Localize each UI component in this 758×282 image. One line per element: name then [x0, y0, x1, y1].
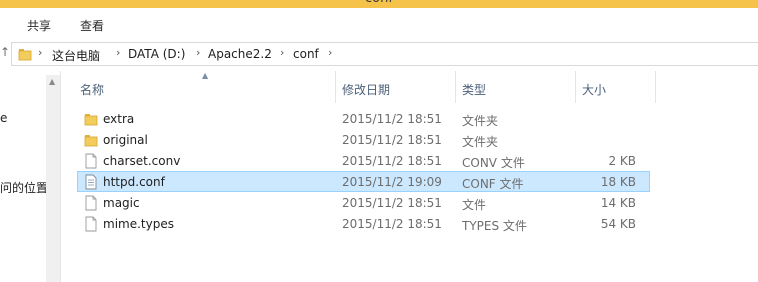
file-row-original[interactable]: original 2015/11/2 18:51 文件夹: [77, 129, 650, 150]
file-name: extra: [103, 112, 135, 126]
breadcrumb-this-pc[interactable]: 这台电脑: [52, 47, 100, 64]
file-row-extra[interactable]: extra 2015/11/2 18:51 文件夹: [77, 108, 650, 129]
file-icon: [85, 195, 97, 211]
file-icon: [85, 216, 97, 232]
column-header-type-label: 类型: [462, 83, 487, 97]
folder-icon: [84, 135, 98, 147]
nav-scrollbar[interactable]: ▲: [46, 75, 60, 282]
chevron-right-icon[interactable]: ›: [116, 46, 120, 59]
file-size: 18 KB: [600, 175, 636, 189]
nav-item-partial[interactable]: e: [0, 111, 7, 125]
scroll-up-arrow-icon[interactable]: ▲: [49, 77, 55, 86]
chevron-right-icon[interactable]: ›: [38, 46, 42, 59]
file-date: 2015/11/2 18:51: [342, 217, 442, 231]
file-date: 2015/11/2 18:51: [342, 154, 442, 168]
file-type: CONF 文件: [462, 177, 524, 191]
chevron-right-icon[interactable]: ›: [328, 46, 332, 59]
folder-icon: [84, 114, 98, 126]
file-icon: [85, 153, 97, 169]
file-name: httpd.conf: [103, 175, 165, 189]
file-date: 2015/11/2 18:51: [342, 196, 442, 210]
file-row-magic[interactable]: magic 2015/11/2 18:51 文件 14 KB: [77, 192, 650, 213]
file-type: 文件夹: [462, 135, 499, 149]
up-arrow-icon[interactable]: ↑: [0, 45, 10, 59]
chevron-right-icon[interactable]: ›: [280, 46, 284, 59]
ribbon-tabs: 共享 查看: [0, 8, 758, 39]
sort-ascending-icon: ▲: [202, 71, 209, 80]
column-header-date[interactable]: 修改日期: [336, 71, 456, 103]
tab-view[interactable]: 查看: [80, 17, 104, 34]
file-type: 文件夹: [462, 114, 499, 128]
file-row-httpd-conf[interactable]: httpd.conf 2015/11/2 19:09 CONF 文件 18 KB: [77, 171, 650, 192]
navigation-pane: e 问的位置 ▲: [0, 71, 61, 282]
chevron-right-icon[interactable]: ›: [196, 46, 200, 59]
file-name: charset.conv: [103, 154, 181, 168]
title-bar: conf: [0, 0, 758, 8]
file-type: CONV 文件: [462, 156, 525, 170]
file-date: 2015/11/2 18:51: [342, 112, 442, 126]
breadcrumb-apache[interactable]: Apache2.2: [208, 47, 272, 61]
file-name: magic: [103, 196, 140, 210]
file-size: 2 KB: [608, 154, 636, 168]
column-header-type[interactable]: 类型: [456, 71, 576, 103]
address-bar[interactable]: › 这台电脑 › DATA (D:) › Apache2.2 › conf ›: [11, 42, 758, 66]
nav-item-recent-places[interactable]: 问的位置: [0, 179, 48, 196]
file-name: mime.types: [103, 217, 174, 231]
file-type: TYPES 文件: [462, 219, 527, 233]
file-size: 54 KB: [600, 217, 636, 231]
breadcrumb-conf[interactable]: conf: [293, 47, 319, 61]
file-type: 文件: [462, 198, 487, 212]
column-header-date-label: 修改日期: [342, 83, 391, 97]
file-list: 名称 ▲ 修改日期 类型 大小 extra 2015/11/2 18:51 文件…: [61, 71, 758, 282]
address-bar-row: ↑ › 这台电脑 › DATA (D:) › Apache2.2 › conf …: [0, 38, 758, 71]
folder-icon: [18, 49, 32, 61]
file-date: 2015/11/2 18:51: [342, 133, 442, 147]
tab-share[interactable]: 共享: [27, 17, 51, 34]
column-header-name-label: 名称: [80, 83, 105, 97]
breadcrumb-data-drive[interactable]: DATA (D:): [128, 47, 185, 61]
column-header-size[interactable]: 大小: [576, 71, 656, 103]
window-title: conf: [0, 0, 758, 6]
column-header-size-label: 大小: [582, 83, 607, 97]
file-name: original: [103, 133, 148, 147]
file-date: 2015/11/2 19:09: [342, 175, 442, 189]
document-icon: [85, 174, 97, 190]
file-row-charset-conv[interactable]: charset.conv 2015/11/2 18:51 CONV 文件 2 K…: [77, 150, 650, 171]
file-row-mime-types[interactable]: mime.types 2015/11/2 18:51 TYPES 文件 54 K…: [77, 213, 650, 234]
file-size: 14 KB: [600, 196, 636, 210]
